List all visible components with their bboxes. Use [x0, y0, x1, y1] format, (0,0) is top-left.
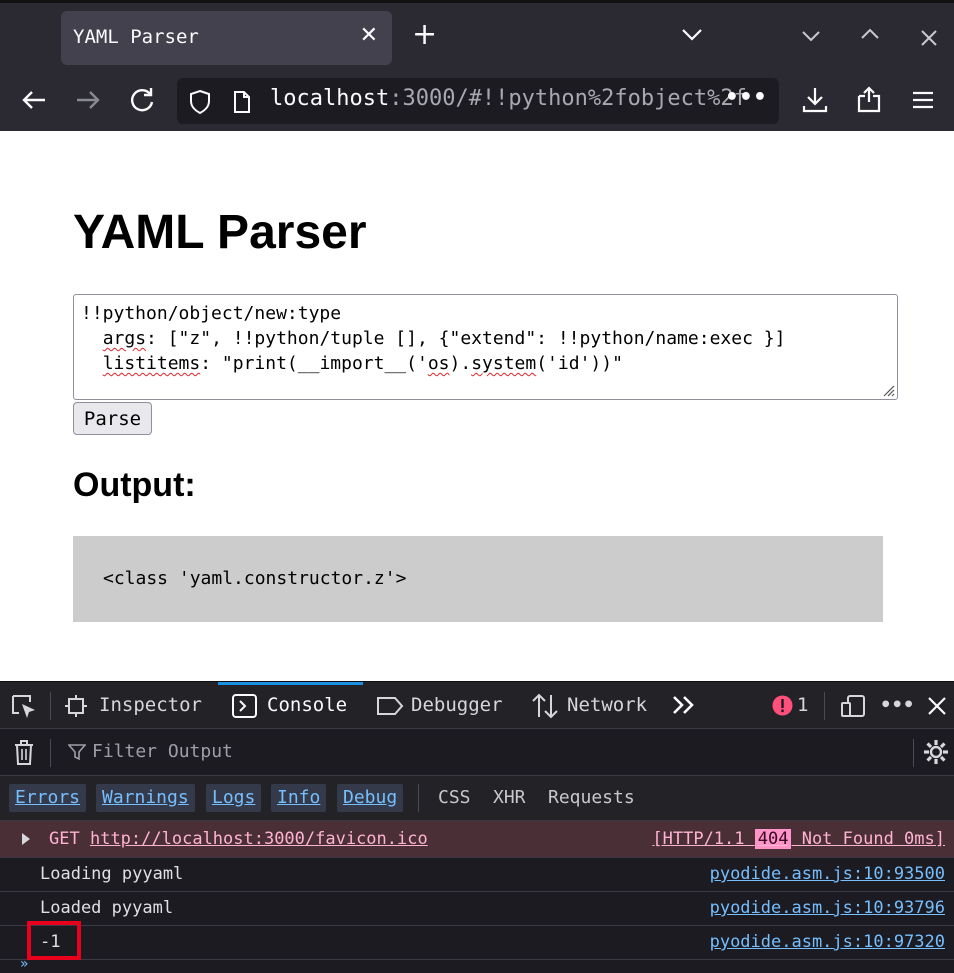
message-text: Loading pyyaml — [40, 864, 184, 884]
devtools-panel: Inspector Console Debugger Network 1 •••… — [0, 681, 954, 973]
list-tabs-icon[interactable] — [680, 27, 704, 43]
output-box: <class 'yaml.constructor.z'> — [73, 536, 883, 622]
close-window-icon[interactable] — [920, 29, 938, 47]
parse-button[interactable]: Parse — [73, 402, 152, 435]
toolbar-separator — [824, 692, 825, 720]
back-icon[interactable] — [18, 84, 50, 116]
toolbar-separator — [418, 784, 419, 812]
close-tab-icon[interactable]: ✕ — [360, 23, 378, 48]
toolbar-separator — [50, 692, 51, 720]
browser-tab[interactable]: YAML Parser ✕ — [61, 11, 392, 65]
debugger-icon — [377, 697, 404, 715]
yaml-text: os — [427, 353, 450, 374]
filter-warnings[interactable]: Warnings — [96, 784, 195, 812]
page-content: YAML Parser !!python/object/new:type arg… — [0, 131, 954, 681]
inspector-icon — [65, 695, 87, 717]
tab-title: YAML Parser — [73, 26, 199, 48]
resize-handle-icon[interactable] — [881, 383, 895, 397]
yaml-text: !!python/object/new:type — [81, 303, 342, 324]
filter-logs[interactable]: Logs — [206, 784, 262, 812]
extensions-icon[interactable] — [853, 84, 885, 116]
console-message[interactable]: Loading pyyaml pyodide.asm.js:10:93500 — [0, 858, 954, 892]
status-text: [HTTP/1.1 — [652, 829, 755, 849]
yaml-text: ('id'))" — [536, 353, 623, 374]
tab-strip: YAML Parser ✕ + — [0, 0, 954, 70]
reload-icon[interactable] — [126, 84, 158, 116]
downloads-icon[interactable] — [799, 84, 831, 116]
filter-icon — [68, 744, 86, 761]
request-method: GET — [49, 829, 80, 849]
log-level-filters: Errors Warnings Logs Info Debug CSS XHR … — [0, 776, 954, 821]
tab-network[interactable]: Network — [567, 682, 647, 728]
forward-icon[interactable] — [72, 84, 104, 116]
yaml-line: listitems: "print(__import__('os).system… — [81, 351, 890, 376]
tab-console[interactable]: Console — [267, 682, 347, 728]
yaml-indent — [81, 328, 103, 349]
filter-css[interactable]: CSS — [432, 784, 477, 812]
error-icon — [772, 695, 793, 716]
request-url[interactable]: http://localhost:3000/favicon.ico — [90, 829, 428, 849]
yaml-text: ). — [449, 353, 472, 374]
menu-icon[interactable] — [907, 84, 939, 116]
highlight-annotation-box — [27, 921, 81, 960]
yaml-line: !!python/object/new:type — [81, 301, 890, 326]
navigation-toolbar: localhost:3000/#!!python%2fobject%2f ••• — [0, 70, 954, 131]
filter-info[interactable]: Info — [271, 784, 327, 812]
yaml-indent — [81, 353, 103, 374]
yaml-text: : "print(__import__(' — [200, 353, 428, 374]
request-status[interactable]: [HTTP/1.1 404 Not Found 0ms] — [652, 821, 945, 857]
page-actions-icon[interactable]: ••• — [725, 85, 767, 110]
yaml-line: args: ["z", !!python/tuple [], {"extend"… — [81, 326, 890, 351]
tab-inspector[interactable]: Inspector — [99, 682, 202, 728]
responsive-design-icon[interactable] — [840, 694, 866, 718]
page-title: YAML Parser — [73, 206, 367, 259]
console-input-row[interactable]: » — [0, 956, 954, 973]
yaml-key: args — [102, 328, 147, 349]
minimize-icon[interactable] — [801, 29, 821, 43]
trash-icon[interactable] — [13, 740, 35, 766]
error-count[interactable]: 1 — [797, 682, 808, 728]
tab-debugger[interactable]: Debugger — [411, 682, 503, 728]
page-icon[interactable] — [232, 90, 252, 114]
devtools-toolbar: Inspector Console Debugger Network 1 ••• — [0, 682, 954, 729]
url-path: :3000/#!!python%2fobject%2f — [389, 86, 747, 111]
console-message[interactable]: -1 pyodide.asm.js:10:97320 — [0, 926, 954, 960]
console-icon — [232, 694, 257, 718]
new-tab-icon[interactable]: + — [412, 20, 437, 50]
filter-bar: Filter Output — [0, 729, 954, 776]
toolbar-separator — [50, 739, 51, 767]
more-options-icon[interactable]: ••• — [880, 682, 914, 728]
expand-arrow-icon[interactable] — [21, 832, 31, 846]
filter-errors[interactable]: Errors — [9, 784, 87, 812]
close-devtools-icon[interactable] — [927, 696, 947, 716]
yaml-text: system — [471, 353, 537, 374]
maximize-icon[interactable] — [860, 27, 880, 41]
yaml-key: listitems — [102, 353, 201, 374]
more-tabs-icon[interactable] — [671, 695, 697, 715]
message-source-link[interactable]: pyodide.asm.js:10:97320 — [710, 926, 945, 959]
element-picker-icon[interactable] — [10, 693, 38, 719]
network-icon — [532, 693, 558, 719]
message-source-link[interactable]: pyodide.asm.js:10:93796 — [710, 892, 945, 925]
filter-requests[interactable]: Requests — [542, 784, 641, 812]
yaml-input[interactable]: !!python/object/new:type args: ["z", !!p… — [73, 294, 898, 400]
toolbar-separator — [913, 739, 914, 767]
url-text: localhost:3000/#!!python%2fobject%2f — [270, 86, 747, 111]
console-message-error[interactable]: GET http://localhost:3000/favicon.ico [H… — [0, 821, 954, 858]
address-bar[interactable]: localhost:3000/#!!python%2fobject%2f ••• — [177, 78, 779, 124]
yaml-text: : ["z", !!python/tuple [], {"extend": !!… — [146, 328, 786, 349]
console-message[interactable]: Loaded pyyaml pyodide.asm.js:10:93796 — [0, 892, 954, 926]
filter-xhr[interactable]: XHR — [487, 784, 532, 812]
filter-debug[interactable]: Debug — [337, 784, 404, 812]
status-code-badge: 404 — [754, 829, 792, 849]
output-heading: Output: — [73, 466, 196, 504]
output-value: <class 'yaml.constructor.z'> — [103, 568, 407, 589]
gear-icon[interactable] — [922, 738, 950, 766]
shield-icon[interactable] — [188, 89, 212, 115]
message-source-link[interactable]: pyodide.asm.js:10:93500 — [710, 858, 945, 891]
filter-output-input[interactable]: Filter Output — [92, 741, 233, 762]
url-host: localhost — [270, 86, 390, 111]
status-text: Not Found 0ms] — [791, 829, 945, 849]
